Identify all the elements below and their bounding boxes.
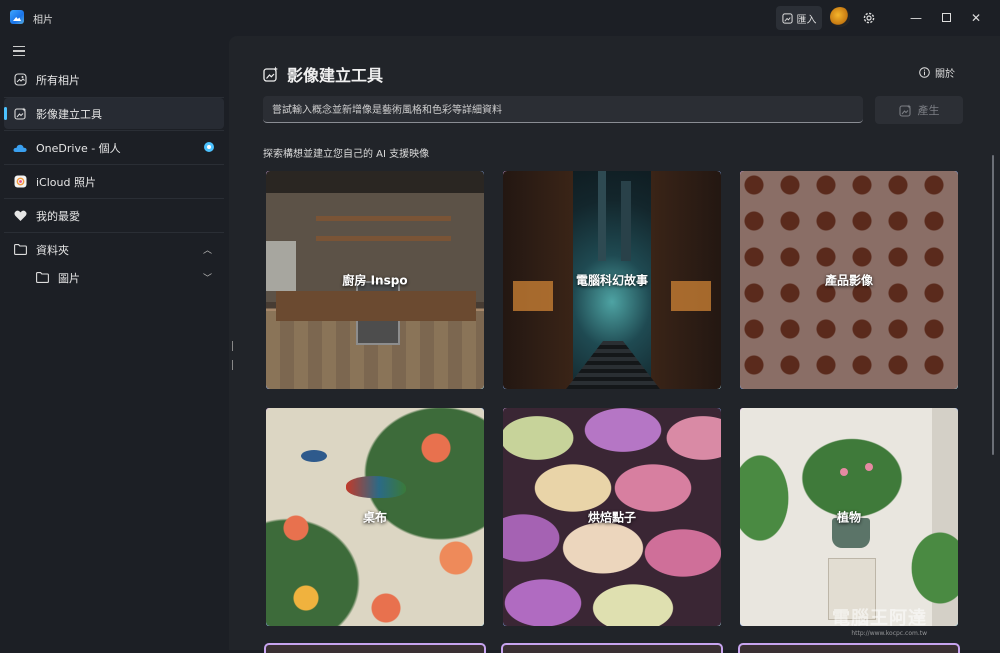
watermark: 電腦王阿達 http://www.kocpc.com.tw — [832, 604, 927, 637]
chevron-down-icon[interactable]: ﹀ — [203, 271, 212, 284]
chevron-up-icon[interactable]: ︿ — [203, 243, 212, 256]
menu-hamburger-icon[interactable] — [13, 46, 25, 57]
scrollbar[interactable] — [992, 155, 994, 455]
image-create-icon — [898, 104, 911, 117]
image-create-icon — [263, 66, 278, 82]
sidebar-item-label: iCloud 照片 — [36, 175, 96, 189]
heart-icon — [13, 209, 27, 223]
sidebar-item-label: 資料夾 — [36, 243, 69, 257]
pane-resize-handle[interactable] — [232, 336, 235, 370]
about-button[interactable]: 關於 — [919, 65, 955, 80]
photo-icon — [13, 73, 27, 87]
sidebar-item-icloud[interactable]: iCloud 照片 — [4, 166, 224, 197]
icloud-icon — [13, 175, 27, 189]
about-label: 關於 — [935, 69, 955, 80]
generate-button[interactable]: 產生 — [875, 96, 963, 124]
photos-app-icon — [10, 10, 24, 24]
sync-status-icon — [204, 142, 214, 152]
sidebar-item-label: 圖片 — [58, 271, 80, 285]
sidebar-item-onedrive[interactable]: OneDrive - 個人 — [4, 132, 224, 163]
watermark-text: 電腦王阿達 — [832, 608, 927, 629]
sidebar-item-image-creator[interactable]: 影像建立工具 — [4, 98, 224, 129]
idea-tile-product[interactable]: 產品影像 — [738, 169, 960, 391]
sidebar-item-all-photos[interactable]: 所有相片 — [4, 64, 224, 95]
tile-label: 廚房 Inspo — [342, 273, 408, 288]
onedrive-icon — [13, 141, 27, 155]
idea-tile-baking[interactable]: 烘焙點子 — [501, 406, 723, 628]
image-create-icon — [13, 107, 27, 121]
import-button[interactable]: 匯入 — [776, 6, 822, 30]
import-label: 匯入 — [796, 14, 817, 26]
tile-label: 桌布 — [362, 510, 387, 525]
page-title: 影像建立工具 — [263, 62, 383, 86]
info-icon — [919, 67, 930, 78]
tile-label: 植物 — [836, 510, 861, 525]
divider — [4, 164, 224, 165]
tile-label: 電腦科幻故事 — [575, 273, 648, 288]
explore-heading: 探索構想並建立您自己的 AI 支援映像 — [263, 149, 430, 160]
idea-tile-plants[interactable]: 植物 — [738, 406, 960, 628]
idea-tile-partial[interactable] — [738, 643, 960, 653]
app-title: 相片 — [33, 15, 53, 26]
settings-gear-icon[interactable] — [861, 10, 877, 26]
title-bar: 相片 匯入 — ✕ — [0, 0, 1000, 36]
sidebar-item-favorites[interactable]: 我的最愛 — [4, 200, 224, 231]
idea-tile-partial[interactable] — [264, 643, 486, 653]
maximize-button[interactable] — [936, 8, 956, 28]
sidebar-item-label: OneDrive - 個人 — [36, 141, 121, 155]
divider — [4, 198, 224, 199]
close-button[interactable]: ✕ — [966, 8, 986, 28]
idea-tile-wallpaper[interactable]: 桌布 — [264, 406, 486, 628]
prompt-input[interactable]: 嘗試輸入概念並新增像是藝術風格和色彩等詳細資料 — [263, 96, 863, 123]
generate-label: 產生 — [917, 104, 940, 117]
tile-label: 烘焙點子 — [587, 510, 636, 525]
tile-label: 產品影像 — [824, 273, 873, 288]
folder-icon — [35, 271, 49, 285]
sidebar-item-pictures[interactable]: 圖片 ﹀ — [26, 262, 224, 293]
sidebar-item-folders[interactable]: 資料夾 ︿ — [4, 234, 224, 265]
account-avatar[interactable] — [830, 7, 850, 27]
folder-icon — [13, 243, 27, 257]
divider — [4, 232, 224, 233]
page-title-text: 影像建立工具 — [287, 66, 384, 85]
idea-tile-partial[interactable] — [501, 643, 723, 653]
sidebar-item-label: 所有相片 — [36, 73, 80, 87]
idea-tile-scifi[interactable]: 電腦科幻故事 — [501, 169, 723, 391]
watermark-url: http://www.kocpc.com.tw — [851, 630, 927, 637]
minimize-button[interactable]: — — [906, 8, 926, 28]
import-icon — [781, 12, 793, 24]
sidebar-item-label: 影像建立工具 — [36, 107, 102, 121]
idea-tile-kitchen[interactable]: 廚房 Inspo — [264, 169, 486, 391]
maximize-icon — [941, 13, 951, 22]
divider — [4, 130, 224, 131]
sidebar-item-label: 我的最愛 — [36, 209, 80, 223]
